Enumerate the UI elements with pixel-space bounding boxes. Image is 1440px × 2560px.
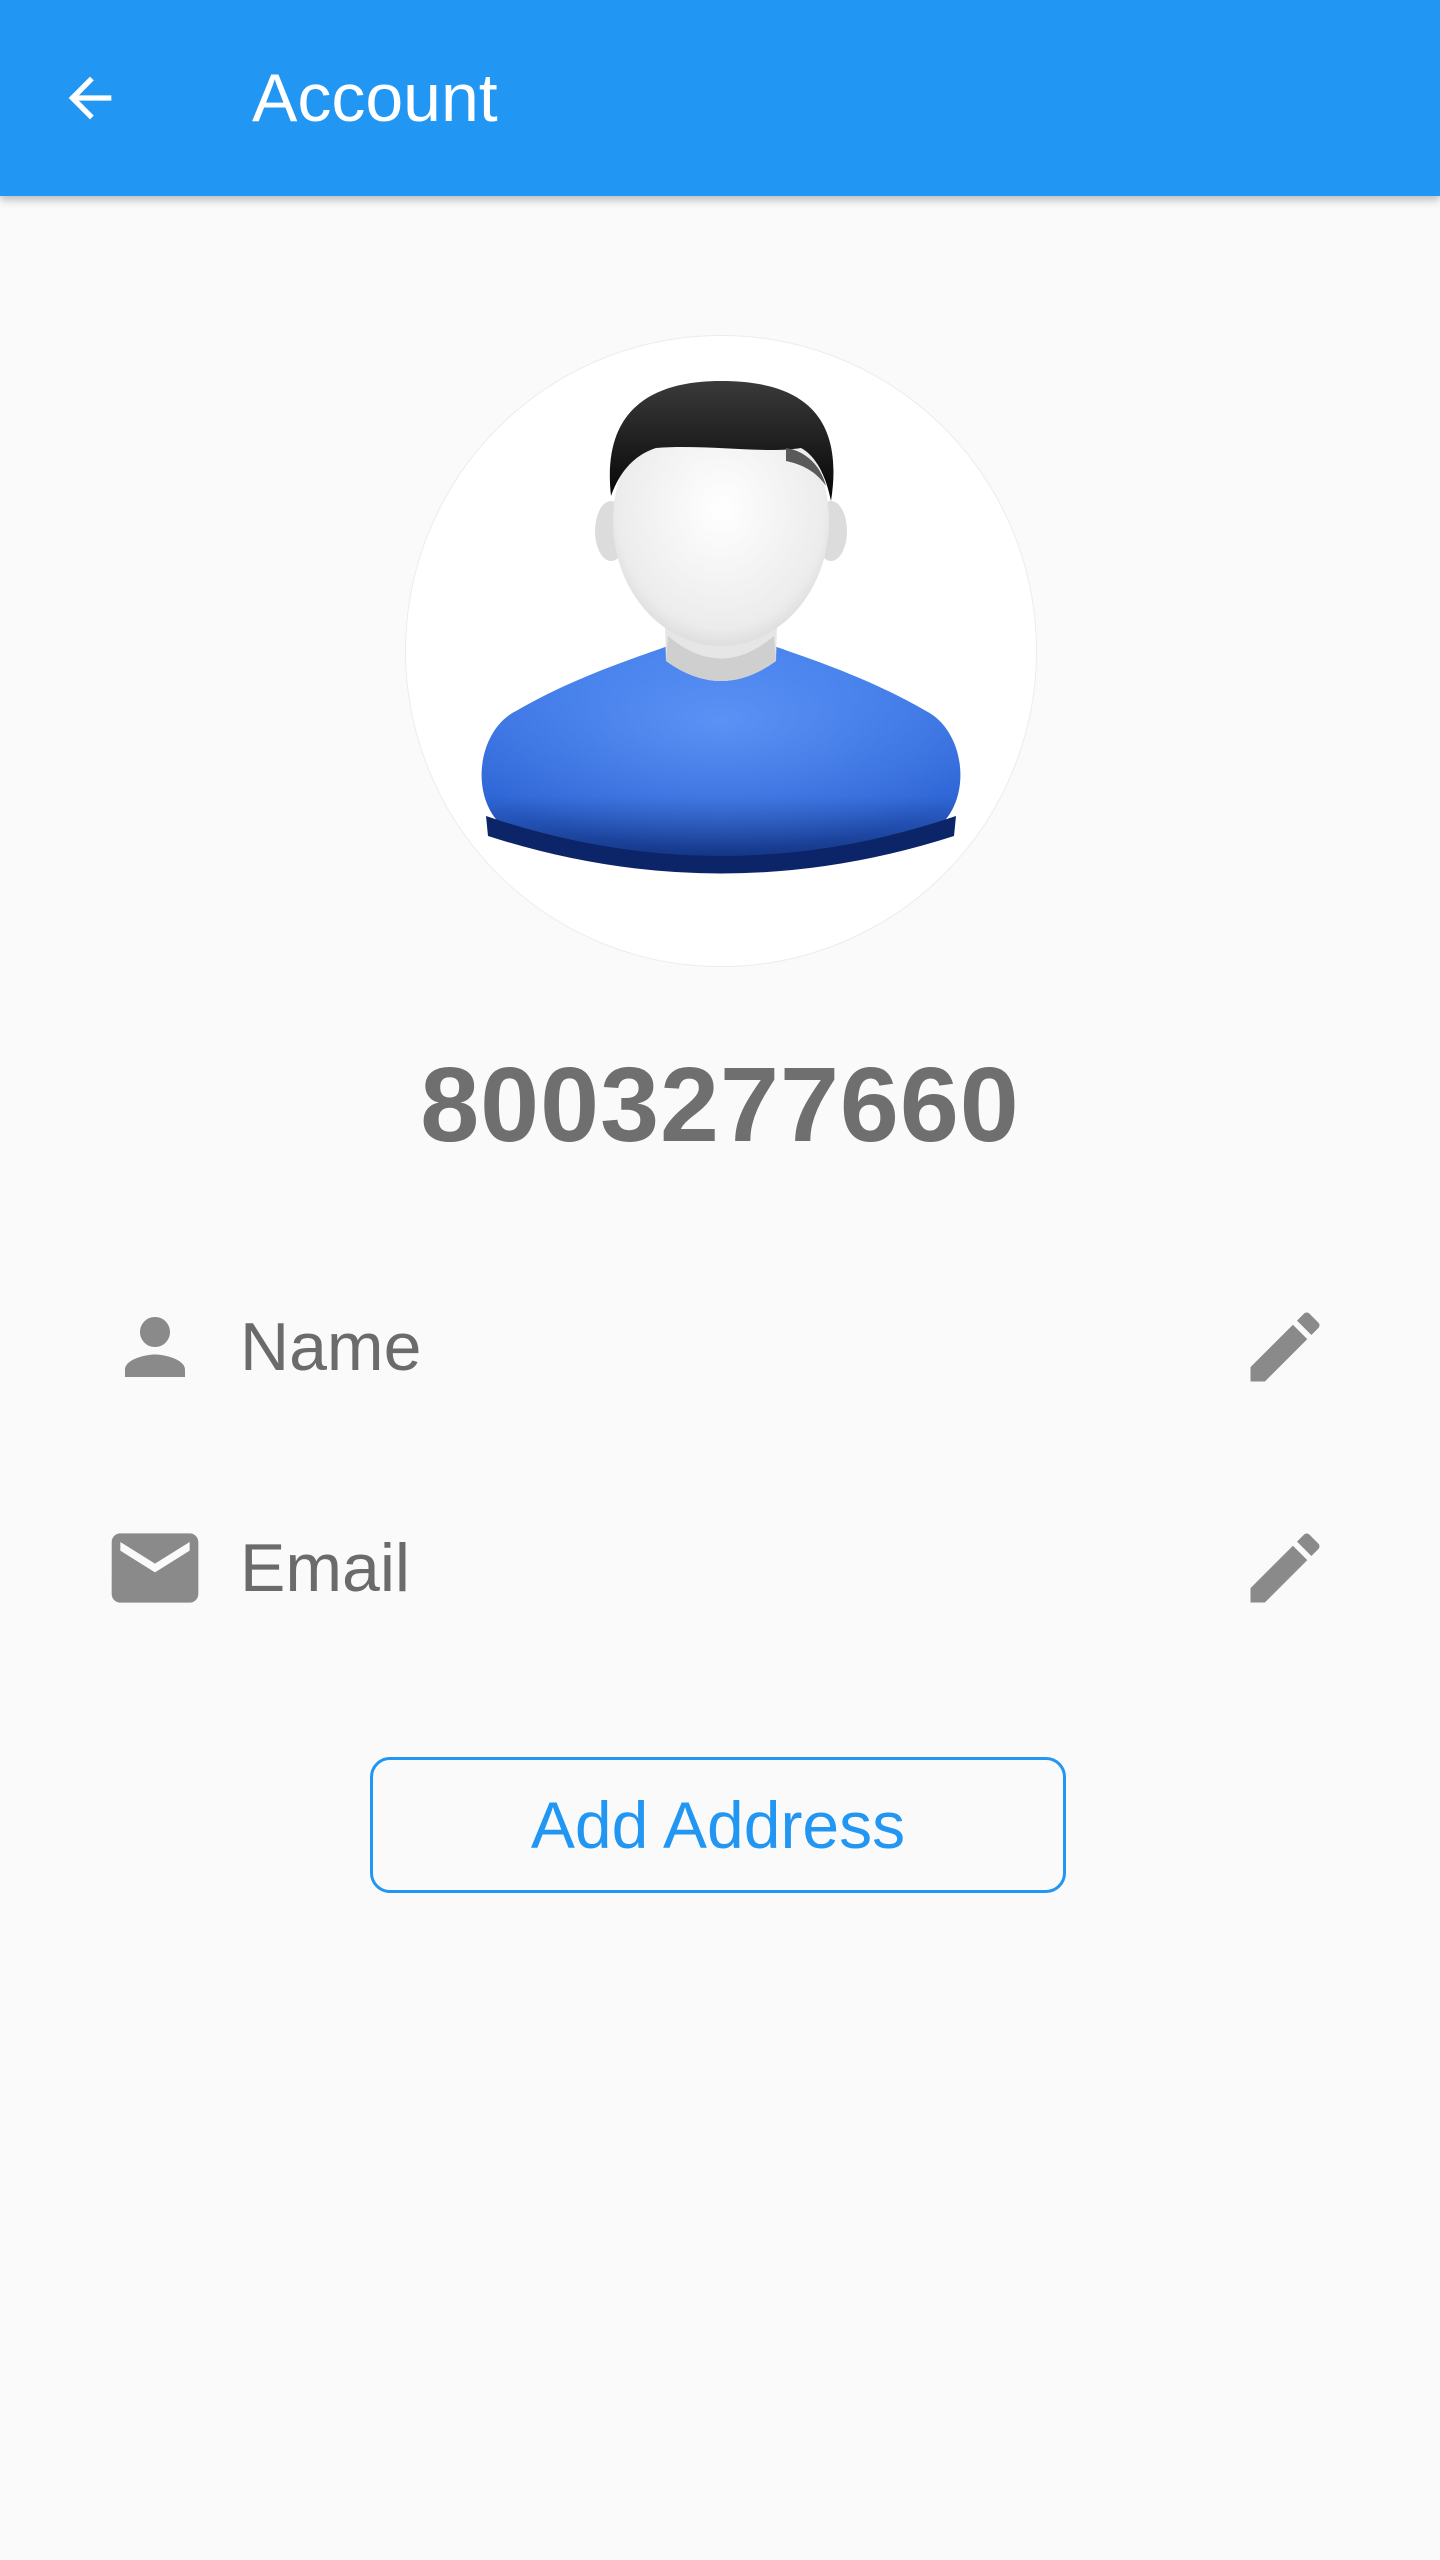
arrow-back-icon (68, 76, 112, 120)
edit-name-button[interactable] (1230, 1297, 1340, 1397)
mail-icon (100, 1518, 210, 1618)
pencil-icon (1250, 1312, 1320, 1382)
back-button[interactable] (40, 48, 140, 148)
name-label: Name (240, 1309, 422, 1385)
email-row[interactable]: Email (0, 1493, 1440, 1643)
user-avatar-icon (481, 381, 961, 874)
email-label: Email (240, 1530, 411, 1606)
avatar (405, 335, 1037, 967)
person-icon (100, 1297, 210, 1397)
add-address-button[interactable]: Add Address (370, 1757, 1066, 1893)
app-bar: Account (0, 0, 1440, 196)
edit-email-button[interactable] (1230, 1518, 1340, 1618)
name-row[interactable]: Name (0, 1272, 1440, 1422)
phone-number: 8003277660 (420, 1046, 1020, 1164)
pencil-icon (1250, 1533, 1320, 1603)
page-title: Account (252, 60, 498, 136)
